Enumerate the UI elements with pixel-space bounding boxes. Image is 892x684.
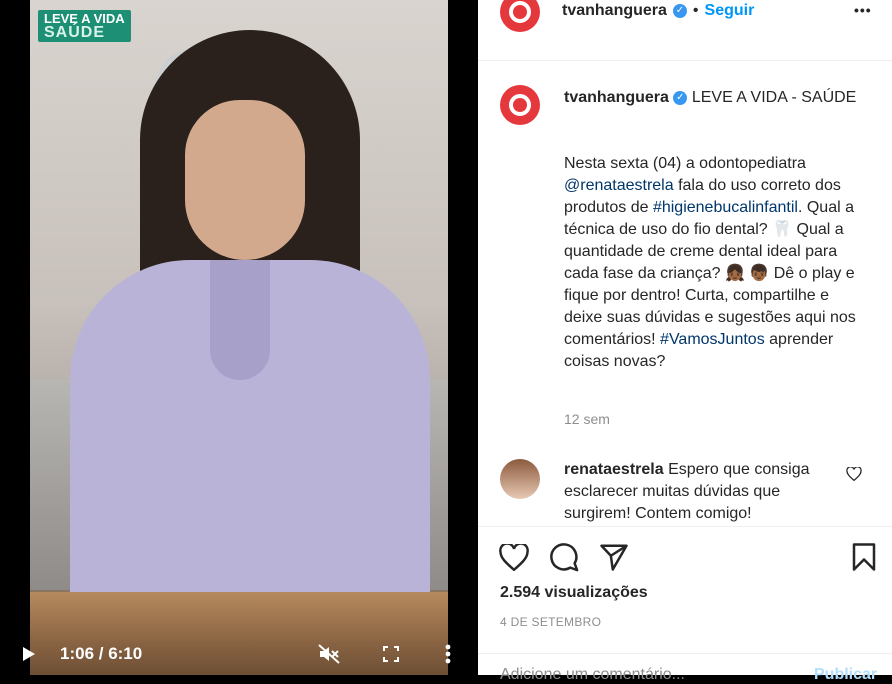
caption-body: Nesta sexta (04) a odontopediatra @renat…	[564, 153, 870, 373]
action-bar: 2.594 visualizações 4 DE SETEMBRO Adicio…	[478, 526, 892, 683]
header-account-row: tvanhanguera ✓ • Seguir	[562, 2, 754, 20]
more-vertical-icon[interactable]	[436, 632, 460, 675]
avatar-logo-ring	[509, 1, 531, 23]
comments-area[interactable]: tvanhanguera ✓ LEVE A VIDA - SAÚDE Nesta…	[478, 61, 892, 525]
hashtag-link-1[interactable]: #higienebucalinfantil	[653, 199, 798, 216]
add-comment-bar: Adicione um comentário... Publicar	[478, 653, 892, 683]
share-paper-plane-icon[interactable]	[598, 541, 630, 573]
video-frame[interactable]	[30, 0, 448, 675]
caption-avatar[interactable]	[500, 85, 540, 125]
header-username[interactable]: tvanhanguera	[562, 2, 667, 20]
save-bookmark-icon[interactable]	[848, 541, 880, 573]
views-count[interactable]: 2.594 visualizações	[500, 584, 648, 602]
caption-verified-icon: ✓	[673, 90, 688, 105]
header-separator: •	[692, 2, 699, 19]
program-badge: LEVE A VIDA SAÚDE	[38, 10, 131, 42]
follow-button[interactable]: Seguir	[705, 2, 755, 20]
comment-username[interactable]: renataestrela	[564, 461, 664, 478]
presenter-figure	[50, 30, 430, 620]
hashtag-link-2[interactable]: #VamosJuntos	[660, 331, 765, 348]
comment-like-heart-icon[interactable]	[846, 466, 862, 486]
video-controls: 1:06 / 6:10	[0, 632, 478, 675]
child-emoji-1: 👧🏾	[725, 265, 745, 282]
badge-line-2: SAÚDE	[44, 24, 106, 41]
play-icon[interactable]	[14, 632, 44, 675]
post-header: tvanhanguera ✓ • Seguir •••	[478, 0, 892, 61]
verified-badge-icon: ✓	[672, 4, 687, 18]
commenter-avatar[interactable]	[500, 459, 540, 499]
caption-avatar-logo-ring	[509, 94, 531, 116]
mute-icon[interactable]	[314, 632, 344, 675]
presenter-face	[185, 100, 305, 260]
mention-link[interactable]: @renataestrela	[564, 177, 674, 194]
comment-body: renataestrela Espero que consiga esclare…	[564, 459, 844, 525]
presenter-collar	[210, 260, 270, 380]
like-heart-icon[interactable]	[498, 541, 530, 573]
caption-time[interactable]: 12 sem	[564, 411, 610, 427]
fullscreen-icon[interactable]	[376, 632, 406, 675]
add-comment-input[interactable]: Adicione um comentário...	[500, 666, 685, 684]
caption-username[interactable]: tvanhanguera	[564, 89, 669, 106]
video-time: 1:06 / 6:10	[60, 644, 143, 663]
caption-title: LEVE A VIDA - SAÚDE	[691, 89, 857, 106]
video-player[interactable]: LEVE A VIDA SAÚDE 1:06 / 6:10	[0, 0, 478, 675]
post-date[interactable]: 4 DE SETEMBRO	[500, 615, 601, 629]
caption-p1: Nesta sexta (04) a odontopediatra	[564, 155, 806, 172]
post-panel: tvanhanguera ✓ • Seguir ••• tvanhanguera…	[478, 0, 892, 683]
child-emoji-2: 👦🏾	[749, 265, 770, 282]
tooth-emoji: 🦷	[772, 221, 793, 238]
publish-button[interactable]: Publicar	[814, 666, 877, 684]
comment-bubble-icon[interactable]	[548, 541, 580, 573]
more-options-button[interactable]: •••	[854, 2, 872, 18]
caption-header: tvanhanguera ✓ LEVE A VIDA - SAÚDE	[564, 87, 864, 109]
account-avatar[interactable]	[500, 0, 540, 32]
